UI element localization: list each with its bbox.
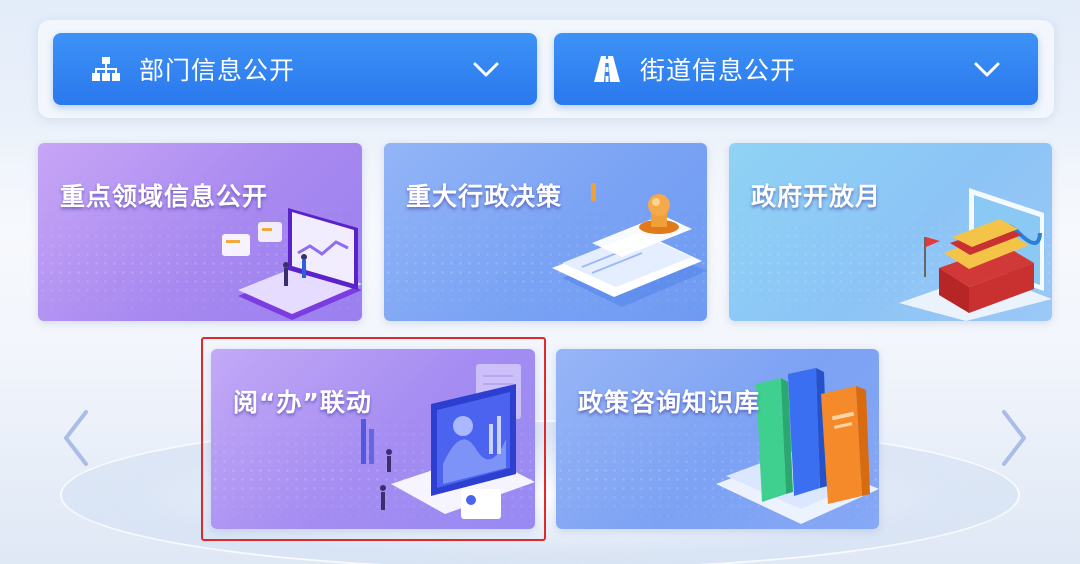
- chevron-right-icon[interactable]: [998, 408, 1030, 468]
- card-government-open-month[interactable]: 政府开放月: [729, 143, 1052, 321]
- selection-highlight: [201, 337, 546, 541]
- dashboard-screen-illustration: [222, 208, 362, 320]
- card-title: 政府开放月: [751, 182, 882, 211]
- card-title: 重点领域信息公开: [60, 182, 269, 211]
- card-major-administrative-decisions[interactable]: 重大行政决策: [384, 143, 707, 321]
- chevron-down-icon: [473, 62, 499, 77]
- org-chart-icon: [91, 54, 121, 84]
- dropdown-label: 街道信息公开: [640, 56, 797, 85]
- street-info-dropdown[interactable]: 街道信息公开: [554, 33, 1038, 105]
- card-title: 重大行政决策: [406, 182, 563, 211]
- card-key-areas-disclosure[interactable]: 重点领域信息公开: [38, 143, 362, 321]
- dropdown-label: 部门信息公开: [139, 56, 296, 85]
- tiananmen-illustration: [899, 188, 1052, 321]
- department-info-dropdown[interactable]: 部门信息公开: [53, 33, 537, 105]
- card-policy-consultation-knowledge-base[interactable]: 政策咨询知识库: [556, 349, 879, 529]
- chevron-left-icon[interactable]: [60, 408, 92, 468]
- chevron-down-icon: [974, 62, 1000, 77]
- stamp-document-illustration: [552, 183, 707, 307]
- road-icon: [592, 54, 622, 84]
- card-title: 政策咨询知识库: [578, 388, 761, 417]
